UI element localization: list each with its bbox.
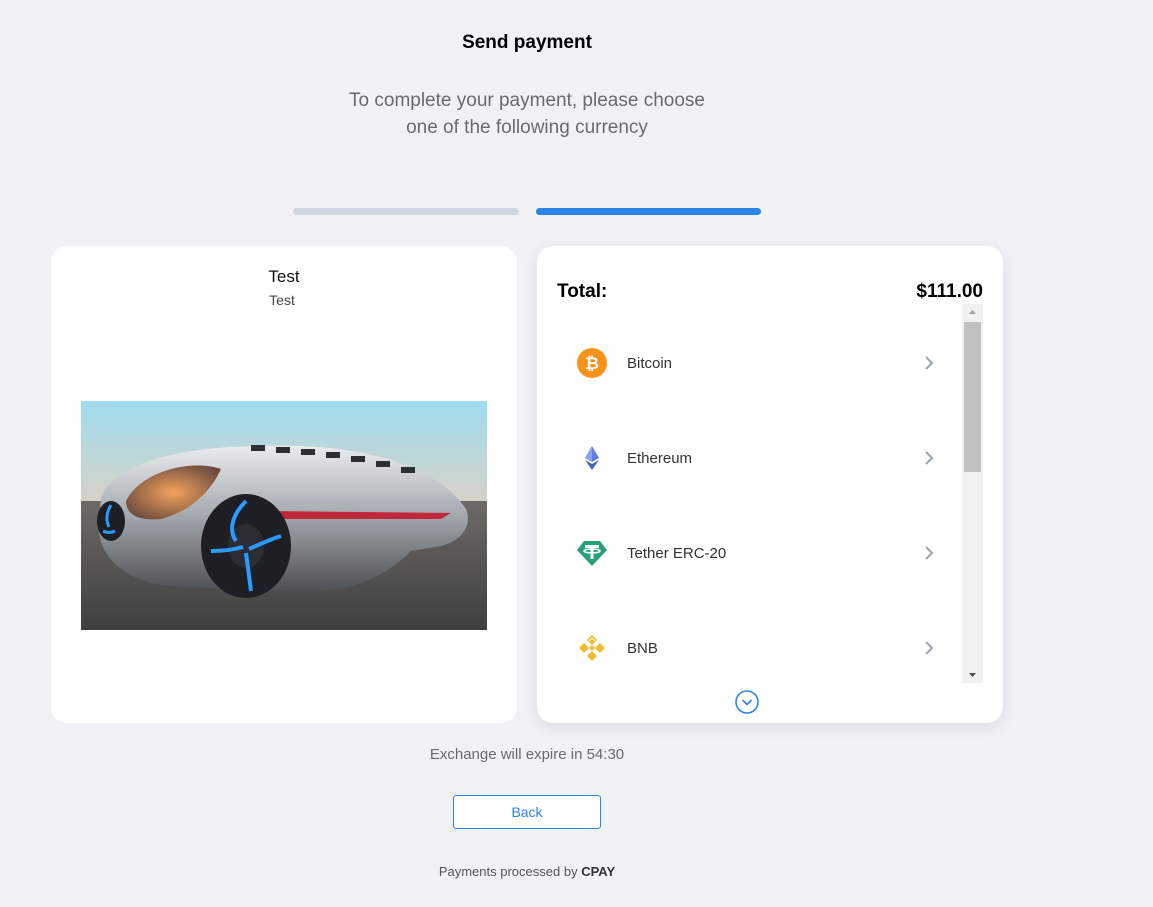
currency-list[interactable]: ₿ Bitcoin Ethereum Tether ERC-20 BNB (557, 308, 983, 683)
product-card: Test Test (51, 246, 517, 723)
product-image (81, 401, 487, 630)
currency-label-bnb: BNB (627, 639, 658, 657)
total-label: Total: (557, 281, 608, 302)
step-indicator-2-active (536, 208, 761, 215)
page-subtitle: To complete your payment, please choose … (327, 87, 727, 141)
currency-item-bnb[interactable]: BNB (557, 618, 962, 678)
footer-brand: CPAY (581, 864, 616, 879)
scroll-down-arrow-icon[interactable] (962, 667, 983, 683)
bitcoin-icon: ₿ (577, 348, 607, 378)
page-title: Send payment (462, 32, 592, 53)
currency-card: Total: $111.00 ₿ Bitcoin Ethereum Tether… (537, 246, 1003, 723)
scroll-up-arrow-icon[interactable] (962, 304, 983, 320)
subtitle-line-1: To complete your payment, please choose (349, 90, 705, 111)
currency-label-ethereum: Ethereum (627, 449, 693, 467)
scroll-more-chevron-down-icon[interactable] (735, 690, 759, 714)
chevron-right-icon (925, 451, 934, 465)
chevron-right-icon (925, 546, 934, 560)
step-indicator-1 (293, 208, 519, 215)
footer: Payments processed by CPAY (0, 864, 1054, 879)
currency-item-bitcoin[interactable]: ₿ Bitcoin (557, 333, 962, 393)
currency-item-ethereum[interactable]: Ethereum (557, 428, 962, 488)
scrollbar-thumb[interactable] (964, 322, 981, 472)
currency-label-bitcoin: Bitcoin (627, 354, 673, 372)
chevron-right-icon (925, 356, 934, 370)
total-value: $111.00 (916, 281, 983, 302)
tether-icon (577, 541, 607, 566)
footer-prefix: Payments processed by (438, 864, 578, 879)
currency-label-tether: Tether ERC-20 (627, 544, 727, 562)
product-name: Test (268, 267, 300, 286)
chevron-right-icon (925, 641, 934, 655)
svg-text:₿: ₿ (585, 354, 599, 374)
subtitle-line-2: one of the following currency (406, 117, 648, 138)
bnb-icon (579, 635, 605, 661)
ethereum-icon (585, 446, 599, 470)
currency-item-tether[interactable]: Tether ERC-20 (557, 523, 962, 583)
product-description: Test (269, 292, 295, 308)
exchange-expire-text: Exchange will expire in 54:30 (429, 746, 625, 763)
currency-list-scrollbar[interactable] (962, 304, 983, 683)
back-button[interactable]: Back (453, 795, 601, 829)
